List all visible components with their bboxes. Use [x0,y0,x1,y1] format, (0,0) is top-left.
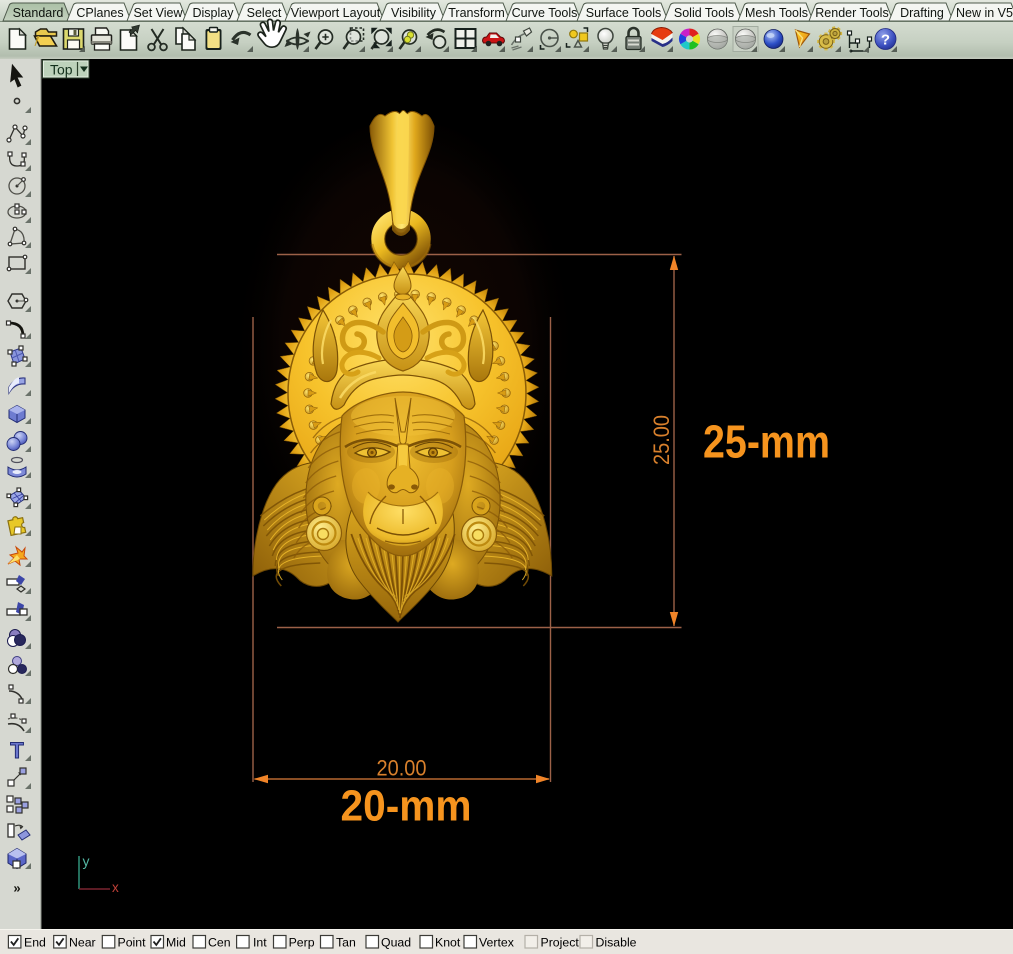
svg-text:End: End [24,936,46,950]
svg-text:Display: Display [193,6,235,20]
svg-text:Tan: Tan [336,936,356,950]
svg-text:Disable: Disable [596,936,637,950]
svg-text:Knot: Knot [435,936,461,950]
svg-text:Select: Select [247,6,282,20]
svg-text:Near: Near [69,936,96,950]
svg-text:20.00: 20.00 [377,756,427,781]
svg-text:Standard: Standard [13,6,64,20]
svg-text:Mesh Tools: Mesh Tools [745,6,808,20]
svg-text:Render Tools: Render Tools [815,6,888,20]
svg-text:20-mm: 20-mm [341,782,472,831]
svg-text:Int: Int [253,936,267,950]
svg-text:Surface Tools: Surface Tools [586,6,662,20]
svg-text:Viewport Layout: Viewport Layout [291,6,381,20]
svg-text:Top: Top [50,62,73,78]
svg-text:New in V5: New in V5 [956,6,1013,20]
svg-text:Quad: Quad [381,936,411,950]
svg-text:Cen: Cen [208,936,231,950]
svg-text:Drafting: Drafting [900,6,944,20]
svg-text:Mid: Mid [166,936,186,950]
svg-text:y: y [83,853,90,869]
svg-text:?: ? [881,32,890,49]
svg-text:»: » [13,881,20,896]
svg-text:Set View: Set View [133,6,183,20]
svg-text:Transform: Transform [448,6,505,20]
svg-text:Visibility: Visibility [391,6,437,20]
svg-text:25.00: 25.00 [649,415,674,465]
svg-text:Point: Point [118,936,147,950]
svg-text:x: x [112,880,119,895]
svg-text:Solid Tools: Solid Tools [674,6,734,20]
svg-text:Curve Tools: Curve Tools [512,6,578,20]
svg-text:CPlanes: CPlanes [76,6,123,20]
svg-text:Project: Project [541,936,580,950]
svg-text:25-mm: 25-mm [703,416,830,468]
svg-text:Vertex: Vertex [479,936,515,950]
svg-text:T: T [10,738,24,763]
svg-text:Perp: Perp [289,936,315,950]
